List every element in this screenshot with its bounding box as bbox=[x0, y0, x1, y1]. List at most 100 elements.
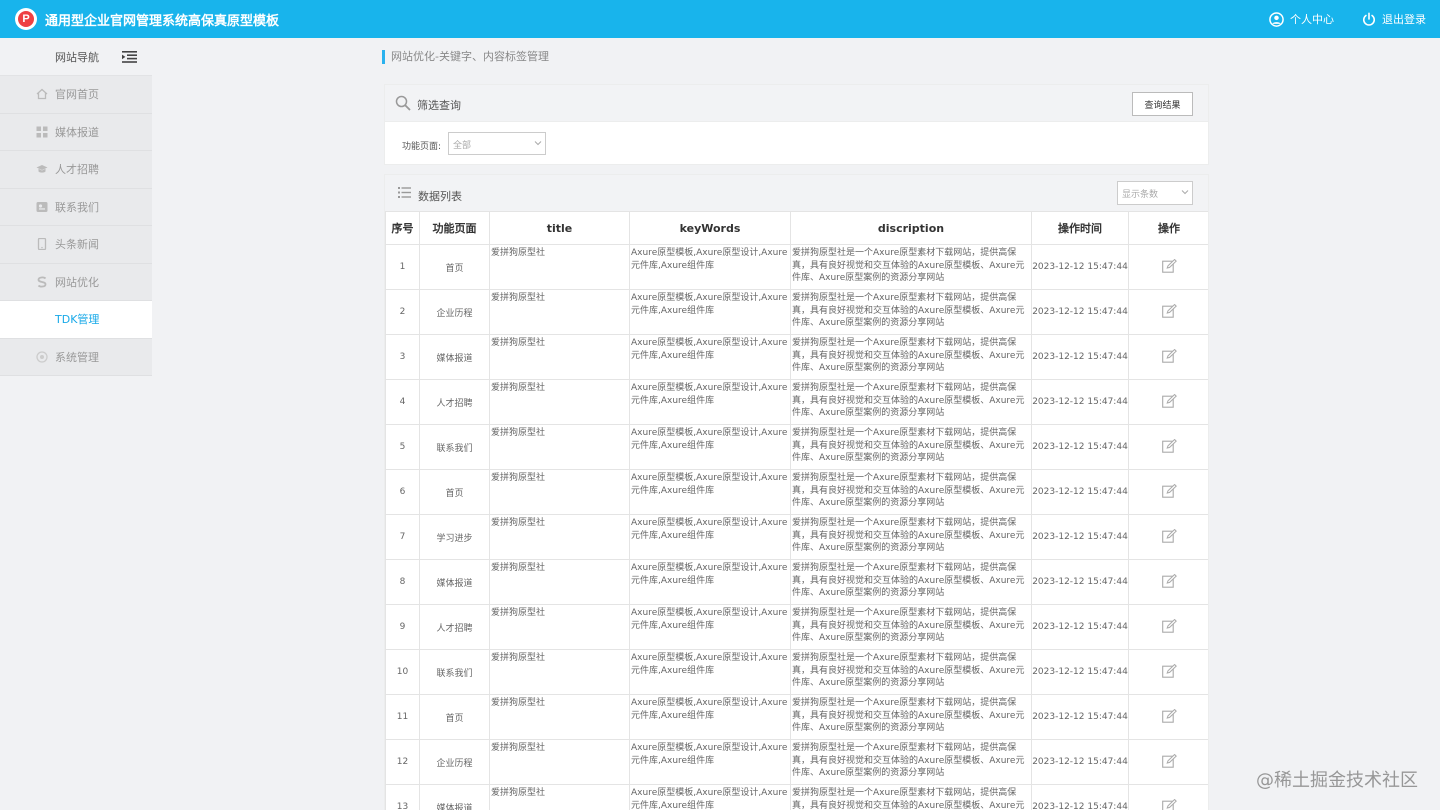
row-time-cell: 2023-12-12 15:47:44 bbox=[1031, 289, 1129, 335]
row-no-cell: 4 bbox=[385, 379, 420, 425]
sidebar: 网站导航 官网首页 媒体报道 人才招聘 联系我们 头条新闻 网站优化 TDK管理… bbox=[0, 38, 152, 810]
row-action-cell bbox=[1128, 604, 1208, 650]
edit-icon[interactable] bbox=[1161, 303, 1177, 321]
sidebar-item-seo[interactable]: 网站优化 bbox=[0, 263, 152, 301]
sidebar-item-contact[interactable]: 联系我们 bbox=[0, 188, 152, 226]
sidebar-title: 网站导航 bbox=[55, 50, 99, 64]
row-title-cell: 爱拼狗原型社 bbox=[489, 424, 630, 470]
query-results-button[interactable]: 查询结果 bbox=[1132, 92, 1193, 116]
table-body: 1 首页 爱拼狗原型社 Axure原型模板,Axure原型设计,Axure元件库,Ax… bbox=[385, 244, 1208, 810]
edit-icon[interactable] bbox=[1161, 753, 1177, 771]
row-page-cell: 媒体报道 bbox=[419, 334, 490, 380]
edit-icon[interactable] bbox=[1161, 573, 1177, 591]
row-no-cell: 7 bbox=[385, 514, 420, 560]
edit-icon[interactable] bbox=[1161, 663, 1177, 681]
sidebar-item-media[interactable]: 媒体报道 bbox=[0, 113, 152, 151]
sidebar-item-tdk[interactable]: TDK管理 bbox=[0, 301, 152, 339]
row-time-cell: 2023-12-12 15:47:44 bbox=[1031, 514, 1129, 560]
row-action-cell bbox=[1128, 289, 1208, 335]
row-action-cell bbox=[1128, 379, 1208, 425]
tdk-table: 序号 功能页面 title keyWords discription 操作时间 … bbox=[385, 211, 1208, 810]
page-size-select[interactable]: 显示条数 bbox=[1117, 181, 1193, 205]
function-page-select[interactable]: 全部 bbox=[448, 132, 546, 155]
breadcrumb: 网站优化-关键字、内容标签管理 bbox=[382, 50, 549, 64]
data-list-panel: 数据列表 显示条数 序号 功能页面 title keyWords discrip… bbox=[384, 174, 1209, 810]
menu-collapse-icon[interactable] bbox=[122, 51, 137, 63]
table-row: 9 人才招聘 爱拼狗原型社 Axure原型模板,Axure原型设计,Axure元件库,… bbox=[385, 604, 1208, 650]
row-time-cell: 2023-12-12 15:47:44 bbox=[1031, 424, 1129, 470]
row-description-cell: 爱拼狗原型社是一个Axure原型素材下载网站，提供高保真，具有良好视觉和交互体验… bbox=[790, 424, 1032, 470]
row-title-cell: 爱拼狗原型社 bbox=[489, 559, 630, 605]
settings-icon bbox=[36, 350, 48, 363]
app-logo[interactable]: P bbox=[15, 8, 37, 30]
row-title-cell: 爱拼狗原型社 bbox=[489, 649, 630, 695]
column-header-page: 功能页面 bbox=[419, 211, 490, 245]
row-page-cell: 首页 bbox=[419, 469, 490, 515]
sidebar-item-label: 网站优化 bbox=[55, 275, 99, 289]
edit-icon[interactable] bbox=[1161, 798, 1177, 810]
row-time-cell: 2023-12-12 15:47:44 bbox=[1031, 649, 1129, 695]
sidebar-item-system[interactable]: 系统管理 bbox=[0, 338, 152, 376]
row-action-cell bbox=[1128, 694, 1208, 740]
filter-body: 功能页面: 全部 bbox=[385, 122, 1208, 165]
row-title-cell: 爱拼狗原型社 bbox=[489, 514, 630, 560]
column-header-description: discription bbox=[790, 211, 1032, 245]
row-page-cell: 媒体报道 bbox=[419, 784, 490, 810]
row-time-cell: 2023-12-12 15:47:44 bbox=[1031, 559, 1129, 605]
row-title-cell: 爱拼狗原型社 bbox=[489, 289, 630, 335]
row-description-cell: 爱拼狗原型社是一个Axure原型素材下载网站，提供高保真，具有良好视觉和交互体验… bbox=[790, 559, 1032, 605]
row-title-cell: 爱拼狗原型社 bbox=[489, 604, 630, 650]
table-header-row: 序号 功能页面 title keyWords discription 操作时间 … bbox=[385, 211, 1208, 245]
sidebar-item-label: 头条新闻 bbox=[55, 238, 99, 252]
edit-icon[interactable] bbox=[1161, 348, 1177, 366]
edit-icon[interactable] bbox=[1161, 258, 1177, 276]
table-row: 4 人才招聘 爱拼狗原型社 Axure原型模板,Axure原型设计,Axure元件库,… bbox=[385, 379, 1208, 425]
sidebar-header: 网站导航 bbox=[0, 38, 152, 76]
row-time-cell: 2023-12-12 15:47:44 bbox=[1031, 784, 1129, 810]
sidebar-item-news[interactable]: 头条新闻 bbox=[0, 226, 152, 264]
edit-icon[interactable] bbox=[1161, 393, 1177, 411]
row-no-cell: 11 bbox=[385, 694, 420, 740]
edit-icon[interactable] bbox=[1161, 708, 1177, 726]
watermark: @稀土掘金技术社区 bbox=[1256, 770, 1418, 791]
row-description-cell: 爱拼狗原型社是一个Axure原型素材下载网站，提供高保真，具有良好视觉和交互体验… bbox=[790, 649, 1032, 695]
edit-icon[interactable] bbox=[1161, 438, 1177, 456]
edit-icon[interactable] bbox=[1161, 618, 1177, 636]
row-title-cell: 爱拼狗原型社 bbox=[489, 739, 630, 785]
grid-icon bbox=[36, 126, 48, 137]
table-row: 5 联系我们 爱拼狗原型社 Axure原型模板,Axure原型设计,Axure元件库,… bbox=[385, 424, 1208, 470]
edit-icon[interactable] bbox=[1161, 483, 1177, 501]
logout-link[interactable]: 退出登录 bbox=[1362, 11, 1426, 27]
row-description-cell: 爱拼狗原型社是一个Axure原型素材下载网站，提供高保真，具有良好视觉和交互体验… bbox=[790, 784, 1032, 810]
row-action-cell bbox=[1128, 559, 1208, 605]
row-action-cell bbox=[1128, 244, 1208, 290]
phone-icon bbox=[37, 238, 47, 250]
row-title-cell: 爱拼狗原型社 bbox=[489, 379, 630, 425]
sidebar-item-label: 人才招聘 bbox=[55, 163, 99, 177]
row-keywords-cell: Axure原型模板,Axure原型设计,Axure元件库,Axure组件库 bbox=[629, 739, 791, 785]
row-description-cell: 爱拼狗原型社是一个Axure原型素材下载网站，提供高保真，具有良好视觉和交互体验… bbox=[790, 469, 1032, 515]
contact-card-icon bbox=[36, 201, 48, 212]
sidebar-item-recruit[interactable]: 人才招聘 bbox=[0, 151, 152, 189]
row-keywords-cell: Axure原型模板,Axure原型设计,Axure元件库,Axure组件库 bbox=[629, 604, 791, 650]
row-keywords-cell: Axure原型模板,Axure原型设计,Axure元件库,Axure组件库 bbox=[629, 469, 791, 515]
seo-icon bbox=[37, 276, 47, 287]
row-no-cell: 10 bbox=[385, 649, 420, 695]
function-page-label: 功能页面: bbox=[402, 142, 442, 152]
filter-header: 筛选查询 查询结果 bbox=[385, 85, 1208, 122]
sidebar-item-home[interactable]: 官网首页 bbox=[0, 76, 152, 114]
row-action-cell bbox=[1128, 334, 1208, 380]
row-title-cell: 爱拼狗原型社 bbox=[489, 334, 630, 380]
table-row: 8 媒体报道 爱拼狗原型社 Axure原型模板,Axure原型设计,Axure元件库,… bbox=[385, 559, 1208, 605]
row-action-cell bbox=[1128, 514, 1208, 560]
edit-icon[interactable] bbox=[1161, 528, 1177, 546]
row-page-cell: 首页 bbox=[419, 694, 490, 740]
row-title-cell: 爱拼狗原型社 bbox=[489, 244, 630, 290]
home-icon bbox=[36, 88, 48, 100]
sidebar-item-label: 官网首页 bbox=[55, 88, 99, 102]
table-row: 1 首页 爱拼狗原型社 Axure原型模板,Axure原型设计,Axure元件库,Ax… bbox=[385, 244, 1208, 290]
profile-link[interactable]: 个人中心 bbox=[1269, 11, 1334, 27]
sidebar-item-label: 媒体报道 bbox=[55, 125, 99, 139]
logo-letter: P bbox=[18, 11, 34, 27]
logout-label: 退出登录 bbox=[1382, 13, 1426, 26]
